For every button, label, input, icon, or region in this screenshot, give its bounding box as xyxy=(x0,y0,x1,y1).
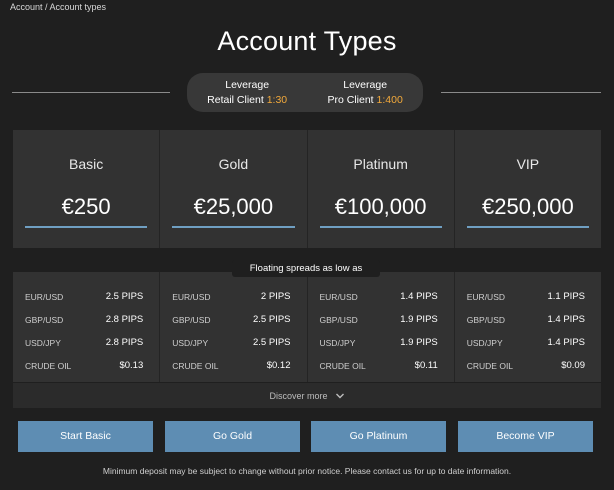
table-row: CRUDE OIL $0.09 xyxy=(467,354,589,377)
instrument-label: EUR/USD xyxy=(319,291,358,302)
leverage-pro-line: Pro Client 1:400 xyxy=(328,93,403,108)
spread-value: 1.4 PIPS xyxy=(400,291,438,302)
spread-value: $0.09 xyxy=(561,360,585,371)
instrument-label: CRUDE OIL xyxy=(319,360,366,371)
become-vip-button[interactable]: Become VIP xyxy=(458,421,593,452)
instrument-label: CRUDE OIL xyxy=(25,360,72,371)
plan-underline xyxy=(319,226,442,228)
spread-value: $0.13 xyxy=(119,360,144,371)
instrument-label: USD/JPY xyxy=(172,337,209,348)
plan-basic: Basic €250 xyxy=(13,130,161,248)
divider-right xyxy=(441,92,601,93)
plan-underline xyxy=(172,226,295,228)
discover-more-toggle[interactable]: Discover more xyxy=(13,383,601,408)
instrument-label: CRUDE OIL xyxy=(172,360,219,371)
instrument-label: EUR/USD xyxy=(172,291,211,302)
start-basic-button[interactable]: Start Basic xyxy=(18,421,153,452)
plans-panel: Basic €250 Gold €25,000 Platinum €100,00… xyxy=(13,130,601,248)
plan-price: €25,000 xyxy=(193,194,274,219)
divider-left xyxy=(12,92,170,93)
table-row: CRUDE OIL $0.13 xyxy=(25,354,147,377)
table-row: USD/JPY 2.5 PIPS xyxy=(172,331,294,354)
spread-value: 1.9 PIPS xyxy=(400,337,438,348)
table-row: EUR/USD 1.4 PIPS xyxy=(320,285,442,308)
leverage-pro-label: Pro Client xyxy=(327,93,374,106)
go-platinum-button[interactable]: Go Platinum xyxy=(311,421,446,452)
spread-value: 2.8 PIPS xyxy=(105,337,144,348)
plan-name: Basic xyxy=(69,156,104,172)
plan-vip: VIP €250,000 xyxy=(455,130,601,248)
spreads-gold: EUR/USD 2 PIPS GBP/USD 2.5 PIPS USD/JPY 2.5… xyxy=(160,272,308,382)
discover-more-label: Discover more xyxy=(269,390,328,401)
leverage-retail-value: 1:30 xyxy=(266,93,288,106)
breadcrumb[interactable]: Account / Account types xyxy=(10,2,106,12)
spread-value: 2 PIPS xyxy=(260,291,291,302)
instrument-label: EUR/USD xyxy=(466,291,506,302)
chevron-down-icon xyxy=(335,391,345,401)
table-row: USD/JPY 2.8 PIPS xyxy=(25,331,147,354)
table-row: GBP/USD 2.5 PIPS xyxy=(172,308,294,331)
instrument-label: USD/JPY xyxy=(466,337,503,348)
table-row: USD/JPY 1.4 PIPS xyxy=(467,331,589,354)
plan-platinum: Platinum €100,000 xyxy=(308,130,455,248)
plan-name: Gold xyxy=(218,156,249,172)
spread-value: 2.5 PIPS xyxy=(105,291,144,302)
leverage-pro-heading: Leverage xyxy=(343,78,388,91)
table-row: CRUDE OIL $0.12 xyxy=(172,354,294,377)
leverage-retail-line: Retail Client 1:30 xyxy=(207,93,287,108)
spread-value: 1.1 PIPS xyxy=(547,291,586,302)
plan-underline xyxy=(466,226,589,228)
spread-value: $0.12 xyxy=(266,360,291,371)
spreads-panel: EUR/USD 2.5 PIPS GBP/USD 2.8 PIPS USD/JPY 2… xyxy=(13,272,601,382)
leverage-retail: Leverage Retail Client 1:30 xyxy=(207,78,287,108)
spread-value: 1.4 PIPS xyxy=(547,337,586,348)
spread-value: 1.9 PIPS xyxy=(400,314,438,325)
leverage-pill: Leverage Retail Client 1:30 Leverage Pro… xyxy=(187,73,423,112)
go-gold-button[interactable]: Go Gold xyxy=(165,421,300,452)
plan-price: €100,000 xyxy=(334,194,427,219)
plan-underline xyxy=(25,226,148,228)
plan-name: Platinum xyxy=(353,156,408,172)
page-title: Account Types xyxy=(217,26,397,56)
table-row: EUR/USD 2.5 PIPS xyxy=(25,285,147,308)
table-row: CRUDE OIL $0.11 xyxy=(320,354,442,377)
spread-value: 1.4 PIPS xyxy=(547,314,586,325)
instrument-label: GBP/USD xyxy=(172,314,211,325)
instrument-label: GBP/USD xyxy=(466,314,506,325)
table-row: EUR/USD 1.1 PIPS xyxy=(467,285,589,308)
plan-name: VIP xyxy=(516,156,540,172)
spreads-platinum: EUR/USD 1.4 PIPS GBP/USD 1.9 PIPS USD/JPY 1… xyxy=(308,272,455,382)
instrument-label: CRUDE OIL xyxy=(466,360,514,371)
leverage-pro: Leverage Pro Client 1:400 xyxy=(328,78,403,108)
spread-value: 2.5 PIPS xyxy=(253,337,291,348)
plan-gold: Gold €25,000 xyxy=(160,130,308,248)
table-row: GBP/USD 1.4 PIPS xyxy=(467,308,589,331)
instrument-label: GBP/USD xyxy=(25,314,64,325)
spread-value: 2.5 PIPS xyxy=(253,314,291,325)
spreads-basic: EUR/USD 2.5 PIPS GBP/USD 2.8 PIPS USD/JPY 2… xyxy=(13,272,161,382)
instrument-label: USD/JPY xyxy=(25,337,61,348)
plan-price: €250 xyxy=(61,194,111,219)
table-row: GBP/USD 1.9 PIPS xyxy=(320,308,442,331)
instrument-label: EUR/USD xyxy=(25,291,64,302)
disclaimer-text: Minimum deposit may be subject to change… xyxy=(102,466,512,476)
table-row: GBP/USD 2.8 PIPS xyxy=(25,308,147,331)
table-row: USD/JPY 1.9 PIPS xyxy=(320,331,442,354)
leverage-pro-value: 1:400 xyxy=(376,93,403,106)
instrument-label: USD/JPY xyxy=(319,337,356,348)
instrument-label: GBP/USD xyxy=(319,314,358,325)
spreads-tag: Floating spreads as low as xyxy=(232,260,380,277)
leverage-retail-label: Retail Client xyxy=(207,93,264,106)
spread-value: $0.11 xyxy=(414,360,438,371)
plan-price: €250,000 xyxy=(481,194,574,219)
spread-value: 2.8 PIPS xyxy=(105,314,144,325)
spreads-vip: EUR/USD 1.1 PIPS GBP/USD 1.4 PIPS USD/JPY 1… xyxy=(455,272,601,382)
cta-buttons: Start Basic Go Gold Go Platinum Become V… xyxy=(18,421,596,452)
table-row: EUR/USD 2 PIPS xyxy=(172,285,294,308)
leverage-retail-heading: Leverage xyxy=(225,78,270,91)
